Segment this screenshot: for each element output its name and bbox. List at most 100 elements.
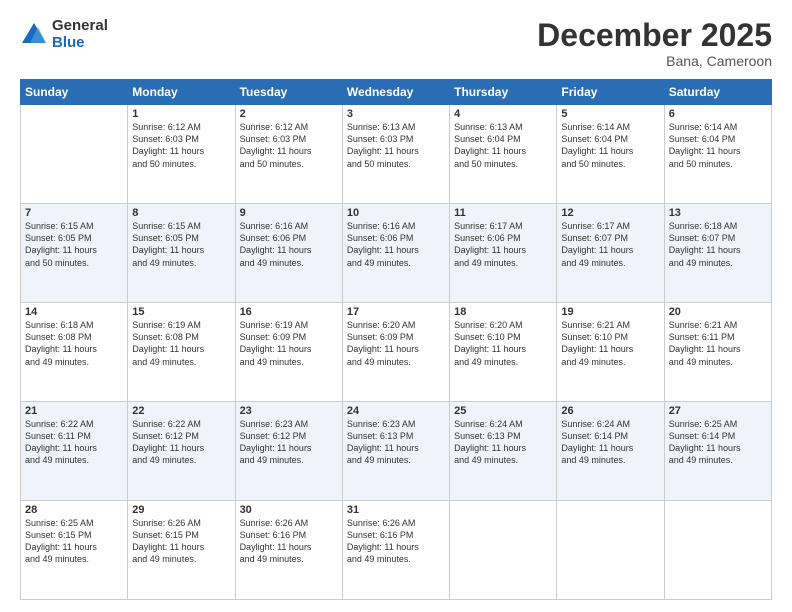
table-row [21,105,128,204]
cell-info: Sunrise: 6:21 AM Sunset: 6:10 PM Dayligh… [561,319,659,368]
calendar-week-row: 7Sunrise: 6:15 AM Sunset: 6:05 PM Daylig… [21,204,772,303]
day-number: 4 [454,108,552,120]
day-number: 22 [132,405,230,417]
day-number: 12 [561,207,659,219]
page: General Blue December 2025 Bana, Cameroo… [0,0,792,612]
table-row: 18Sunrise: 6:20 AM Sunset: 6:10 PM Dayli… [450,303,557,402]
table-row: 20Sunrise: 6:21 AM Sunset: 6:11 PM Dayli… [664,303,771,402]
table-row: 8Sunrise: 6:15 AM Sunset: 6:05 PM Daylig… [128,204,235,303]
calendar-table: Sunday Monday Tuesday Wednesday Thursday… [20,79,772,600]
cell-info: Sunrise: 6:17 AM Sunset: 6:07 PM Dayligh… [561,220,659,269]
day-number: 25 [454,405,552,417]
table-row: 31Sunrise: 6:26 AM Sunset: 6:16 PM Dayli… [342,501,449,600]
col-saturday: Saturday [664,80,771,105]
table-row: 26Sunrise: 6:24 AM Sunset: 6:14 PM Dayli… [557,402,664,501]
table-row: 27Sunrise: 6:25 AM Sunset: 6:14 PM Dayli… [664,402,771,501]
table-row: 14Sunrise: 6:18 AM Sunset: 6:08 PM Dayli… [21,303,128,402]
day-number: 7 [25,207,123,219]
calendar-week-row: 28Sunrise: 6:25 AM Sunset: 6:15 PM Dayli… [21,501,772,600]
day-number: 1 [132,108,230,120]
cell-info: Sunrise: 6:19 AM Sunset: 6:09 PM Dayligh… [240,319,338,368]
table-row [664,501,771,600]
cell-info: Sunrise: 6:13 AM Sunset: 6:04 PM Dayligh… [454,121,552,170]
table-row: 12Sunrise: 6:17 AM Sunset: 6:07 PM Dayli… [557,204,664,303]
table-row: 25Sunrise: 6:24 AM Sunset: 6:13 PM Dayli… [450,402,557,501]
calendar-week-row: 14Sunrise: 6:18 AM Sunset: 6:08 PM Dayli… [21,303,772,402]
day-number: 8 [132,207,230,219]
table-row: 17Sunrise: 6:20 AM Sunset: 6:09 PM Dayli… [342,303,449,402]
day-number: 11 [454,207,552,219]
table-row: 2Sunrise: 6:12 AM Sunset: 6:03 PM Daylig… [235,105,342,204]
day-number: 31 [347,504,445,516]
table-row: 22Sunrise: 6:22 AM Sunset: 6:12 PM Dayli… [128,402,235,501]
table-row [450,501,557,600]
calendar-week-row: 21Sunrise: 6:22 AM Sunset: 6:11 PM Dayli… [21,402,772,501]
day-number: 27 [669,405,767,417]
table-row: 7Sunrise: 6:15 AM Sunset: 6:05 PM Daylig… [21,204,128,303]
cell-info: Sunrise: 6:18 AM Sunset: 6:08 PM Dayligh… [25,319,123,368]
cell-info: Sunrise: 6:12 AM Sunset: 6:03 PM Dayligh… [240,121,338,170]
day-number: 20 [669,306,767,318]
table-row: 21Sunrise: 6:22 AM Sunset: 6:11 PM Dayli… [21,402,128,501]
table-row: 16Sunrise: 6:19 AM Sunset: 6:09 PM Dayli… [235,303,342,402]
cell-info: Sunrise: 6:16 AM Sunset: 6:06 PM Dayligh… [347,220,445,269]
cell-info: Sunrise: 6:20 AM Sunset: 6:09 PM Dayligh… [347,319,445,368]
calendar-week-row: 1 Sunrise: 6:12 AM Sunset: 6:03 PM Daylig… [21,105,772,204]
day-number: 5 [561,108,659,120]
logo: General Blue [20,18,108,51]
cell-info: Sunrise: 6:21 AM Sunset: 6:11 PM Dayligh… [669,319,767,368]
day-number: 6 [669,108,767,120]
cell-info: Sunrise: 6:17 AM Sunset: 6:06 PM Dayligh… [454,220,552,269]
cell-info: Sunrise: 6:15 AM Sunset: 6:05 PM Dayligh… [25,220,123,269]
table-row: 13Sunrise: 6:18 AM Sunset: 6:07 PM Dayli… [664,204,771,303]
month-title: December 2025 [537,18,772,53]
table-row: 10Sunrise: 6:16 AM Sunset: 6:06 PM Dayli… [342,204,449,303]
col-sunday: Sunday [21,80,128,105]
cell-info: Sunrise: 6:20 AM Sunset: 6:10 PM Dayligh… [454,319,552,368]
col-thursday: Thursday [450,80,557,105]
cell-info: Sunrise: 6:15 AM Sunset: 6:05 PM Dayligh… [132,220,230,269]
cell-info: Sunrise: 6:23 AM Sunset: 6:13 PM Dayligh… [347,418,445,467]
col-friday: Friday [557,80,664,105]
table-row: 30Sunrise: 6:26 AM Sunset: 6:16 PM Dayli… [235,501,342,600]
day-number: 15 [132,306,230,318]
logo-text: General Blue [52,18,108,51]
cell-info: Sunrise: 6:18 AM Sunset: 6:07 PM Dayligh… [669,220,767,269]
table-row: 6Sunrise: 6:14 AM Sunset: 6:04 PM Daylig… [664,105,771,204]
day-number: 16 [240,306,338,318]
table-row: 1Sunrise: 6:12 AM Sunset: 6:03 PM Daylig… [128,105,235,204]
col-wednesday: Wednesday [342,80,449,105]
day-number: 29 [132,504,230,516]
header: General Blue December 2025 Bana, Cameroo… [20,18,772,69]
day-number: 30 [240,504,338,516]
table-row: 28Sunrise: 6:25 AM Sunset: 6:15 PM Dayli… [21,501,128,600]
logo-blue: Blue [52,35,108,52]
col-tuesday: Tuesday [235,80,342,105]
table-row [557,501,664,600]
day-number: 13 [669,207,767,219]
cell-info: Sunrise: 6:25 AM Sunset: 6:15 PM Dayligh… [25,517,123,566]
location: Bana, Cameroon [537,53,772,69]
table-row: 23Sunrise: 6:23 AM Sunset: 6:12 PM Dayli… [235,402,342,501]
table-row: 4Sunrise: 6:13 AM Sunset: 6:04 PM Daylig… [450,105,557,204]
calendar-header-row: Sunday Monday Tuesday Wednesday Thursday… [21,80,772,105]
day-number: 10 [347,207,445,219]
day-number: 3 [347,108,445,120]
day-number: 18 [454,306,552,318]
day-number: 9 [240,207,338,219]
cell-info: Sunrise: 6:24 AM Sunset: 6:13 PM Dayligh… [454,418,552,467]
cell-info: Sunrise: 6:22 AM Sunset: 6:12 PM Dayligh… [132,418,230,467]
day-number: 17 [347,306,445,318]
cell-info: Sunrise: 6:25 AM Sunset: 6:14 PM Dayligh… [669,418,767,467]
cell-info: Sunrise: 6:14 AM Sunset: 6:04 PM Dayligh… [669,121,767,170]
logo-icon [20,21,48,49]
table-row: 5Sunrise: 6:14 AM Sunset: 6:04 PM Daylig… [557,105,664,204]
cell-info: Sunrise: 6:24 AM Sunset: 6:14 PM Dayligh… [561,418,659,467]
cell-info: Sunrise: 6:14 AM Sunset: 6:04 PM Dayligh… [561,121,659,170]
day-number: 19 [561,306,659,318]
day-number: 28 [25,504,123,516]
table-row: 3Sunrise: 6:13 AM Sunset: 6:03 PM Daylig… [342,105,449,204]
cell-info: Sunrise: 6:22 AM Sunset: 6:11 PM Dayligh… [25,418,123,467]
table-row: 9Sunrise: 6:16 AM Sunset: 6:06 PM Daylig… [235,204,342,303]
day-number: 21 [25,405,123,417]
